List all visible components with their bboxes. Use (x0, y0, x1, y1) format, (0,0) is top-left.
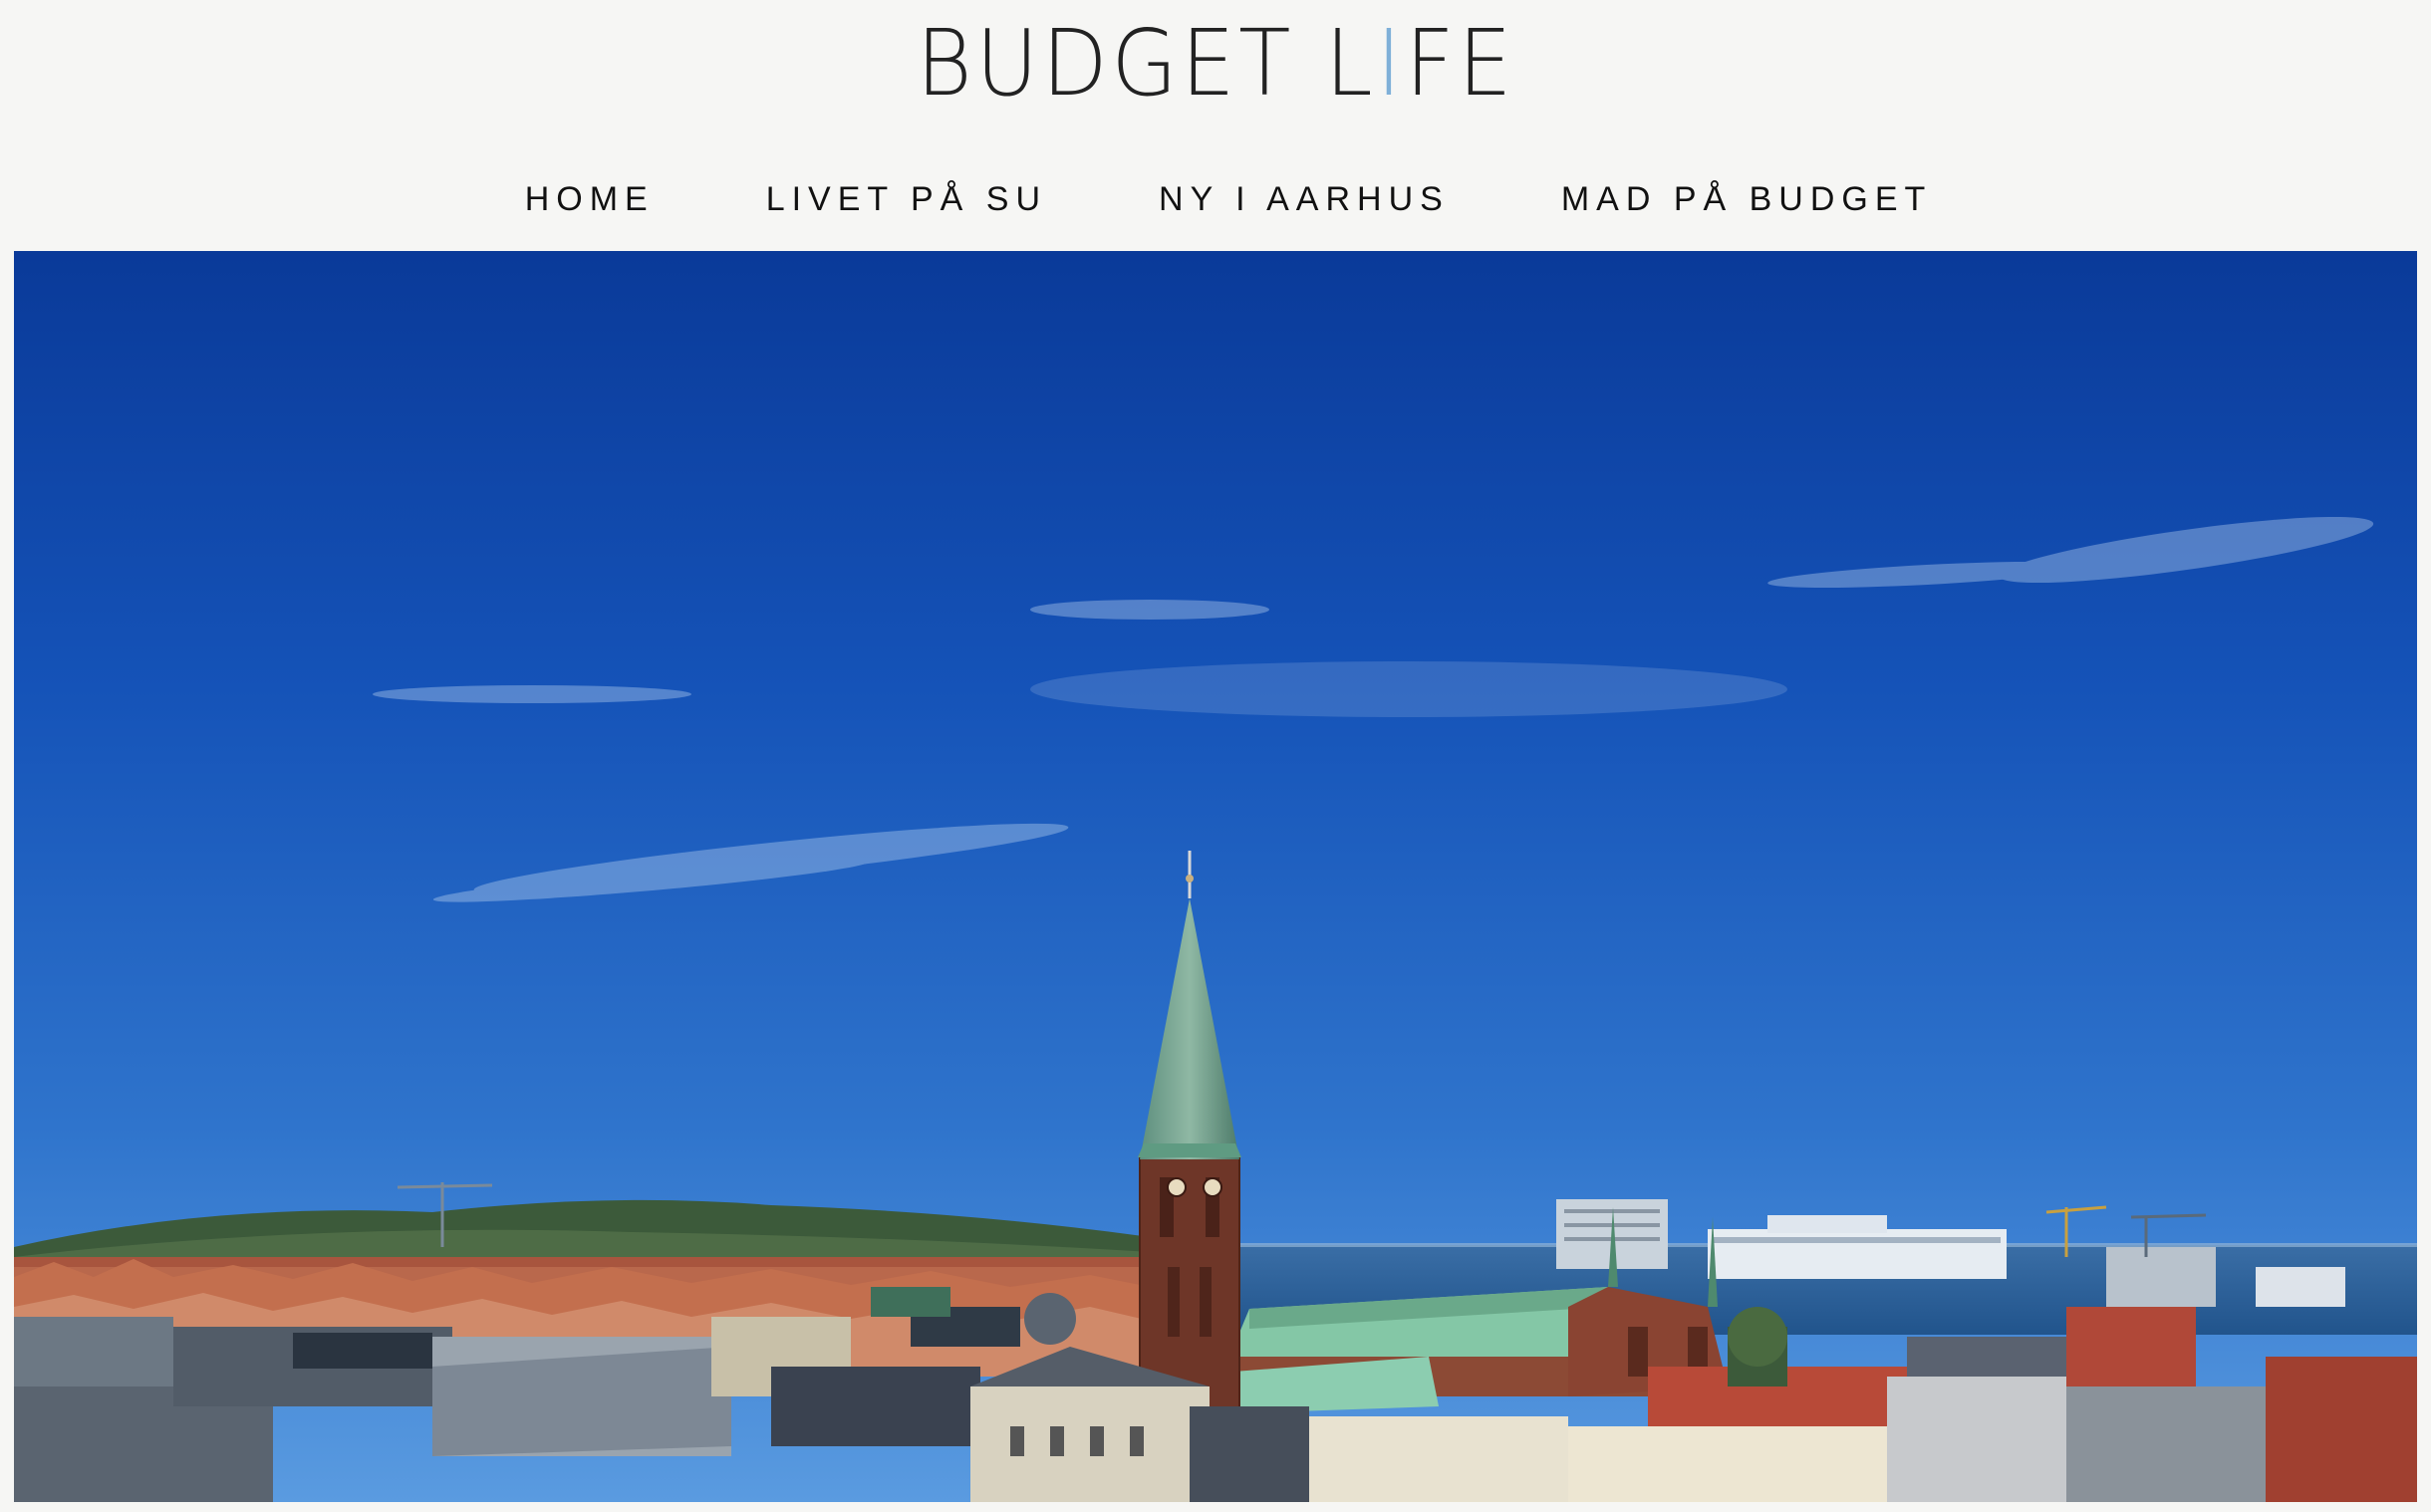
logo-text-i: I (1376, 10, 1406, 117)
nav-item-ny-i-aarhus[interactable]: NY I AARHUS (1159, 175, 1450, 223)
logo-text-left: BUDGET L (916, 10, 1377, 117)
main-nav: HOME LIVET PÅ SU NY I AARHUS MAD PÅ BUDG… (0, 175, 2431, 223)
logo-text-right: FE (1405, 10, 1515, 117)
logo-text: BUDGET LIFE (916, 18, 1514, 110)
page: BUDGET LIFE HOME LIVET PÅ SU NY I AARHUS… (0, 0, 2431, 1512)
nav-item-mad-paa-budget[interactable]: MAD PÅ BUDGET (1561, 175, 1932, 223)
hero-cityscape-illustration (14, 251, 2417, 1502)
hero-image (14, 251, 2417, 1502)
site-logo[interactable]: BUDGET LIFE (0, 14, 2431, 114)
nav-item-livet-paa-su[interactable]: LIVET PÅ SU (766, 175, 1047, 223)
nav-item-home[interactable]: HOME (525, 175, 655, 223)
